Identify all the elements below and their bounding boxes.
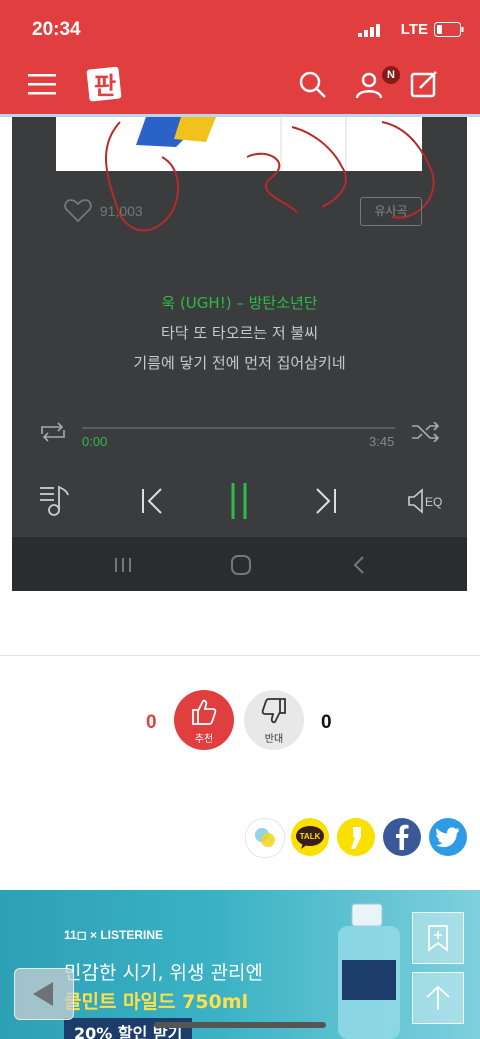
back-button[interactable] [14, 968, 74, 1020]
kakaotalk-icon: TALK [296, 826, 324, 849]
facebook-icon [396, 824, 409, 850]
previous-icon[interactable] [140, 487, 166, 515]
upvote-button[interactable]: 추천 [174, 690, 234, 750]
share-band-button[interactable] [245, 818, 285, 858]
repeat-icon[interactable] [38, 422, 68, 442]
share-facebook-button[interactable] [383, 818, 421, 856]
thumbs-up-icon [192, 699, 217, 725]
ad-brand: 11◻ × LISTERINE [64, 928, 163, 942]
recent-apps-icon[interactable] [114, 557, 132, 573]
scribble-overlay [105, 121, 435, 232]
twitter-icon [436, 827, 460, 847]
like-count: 91,003 [99, 203, 143, 219]
back-icon[interactable] [352, 556, 366, 574]
share-twitter-button[interactable] [429, 818, 467, 856]
downvote-button[interactable]: 반대 [244, 690, 304, 750]
battery-icon [434, 22, 464, 37]
similar-songs-button[interactable]: 유사곡 [360, 197, 422, 226]
total-time: 3:45 [369, 434, 395, 449]
scroll-top-button[interactable] [412, 972, 464, 1024]
status-bar: 20:34 LTE [0, 0, 480, 58]
back-arrow-icon [33, 982, 53, 1006]
upvote-count: 0 [146, 712, 157, 733]
logo[interactable]: 판 [86, 64, 124, 104]
lyric-line-1: 타닥 또 타오르는 저 불씨 [160, 324, 319, 342]
status-time: 20:34 [32, 19, 81, 40]
music-player-screenshot: 91,003 유사곡 욱 (UGH!) – 방탄소년단 타닥 또 타오르는 저 … [12, 117, 467, 591]
mouthwash-bottle-image [338, 903, 400, 1039]
home-indicator [154, 1022, 326, 1028]
signal-icon [358, 24, 380, 37]
share-kakaotalk-button[interactable]: TALK [291, 818, 329, 856]
android-nav-bar [12, 537, 467, 591]
app-header: 판 N [0, 58, 480, 117]
arrow-up-icon [426, 985, 450, 1010]
bookmark-icon [428, 925, 448, 952]
lyric-line-2: 기름에 닿기 전에 먼저 집어삼키네 [133, 354, 346, 372]
logo-text: 판 [94, 72, 116, 100]
network-label: LTE [400, 21, 428, 38]
progress-bar[interactable] [82, 427, 395, 429]
ad-headline: 민감한 시기, 위생 관리엔 [64, 962, 263, 984]
upvote-label: 추천 [194, 734, 214, 745]
bookmark-button[interactable] [412, 912, 464, 964]
eq-label: EQ [425, 495, 442, 509]
song-title: 욱 (UGH!) – 방탄소년단 [161, 294, 318, 312]
downvote-label: 반대 [264, 734, 284, 745]
kakaotalk-label: TALK [300, 832, 321, 841]
share-kakaostory-button[interactable] [337, 818, 375, 856]
playlist-icon[interactable] [40, 485, 74, 517]
ad-product: 쿨민트 마일드 750ml [64, 991, 249, 1013]
section-divider [0, 655, 480, 656]
next-icon[interactable] [312, 487, 338, 515]
pause-icon[interactable] [228, 481, 250, 521]
write-icon[interactable] [410, 70, 440, 100]
equalizer-icon[interactable]: EQ [408, 487, 448, 515]
heart-icon [64, 199, 92, 223]
thumbs-down-icon [261, 698, 286, 724]
menu-icon[interactable] [28, 72, 58, 96]
downvote-count: 0 [321, 712, 332, 733]
shuffle-icon[interactable] [410, 422, 440, 442]
search-icon[interactable] [298, 70, 328, 100]
notification-badge: N [382, 66, 400, 84]
current-time: 0:00 [82, 434, 108, 449]
user-icon[interactable] [354, 70, 384, 100]
home-icon[interactable] [230, 554, 252, 576]
kakaostory-icon [351, 827, 361, 849]
band-icon [255, 828, 275, 847]
like-button[interactable]: 91,003 [64, 199, 143, 223]
